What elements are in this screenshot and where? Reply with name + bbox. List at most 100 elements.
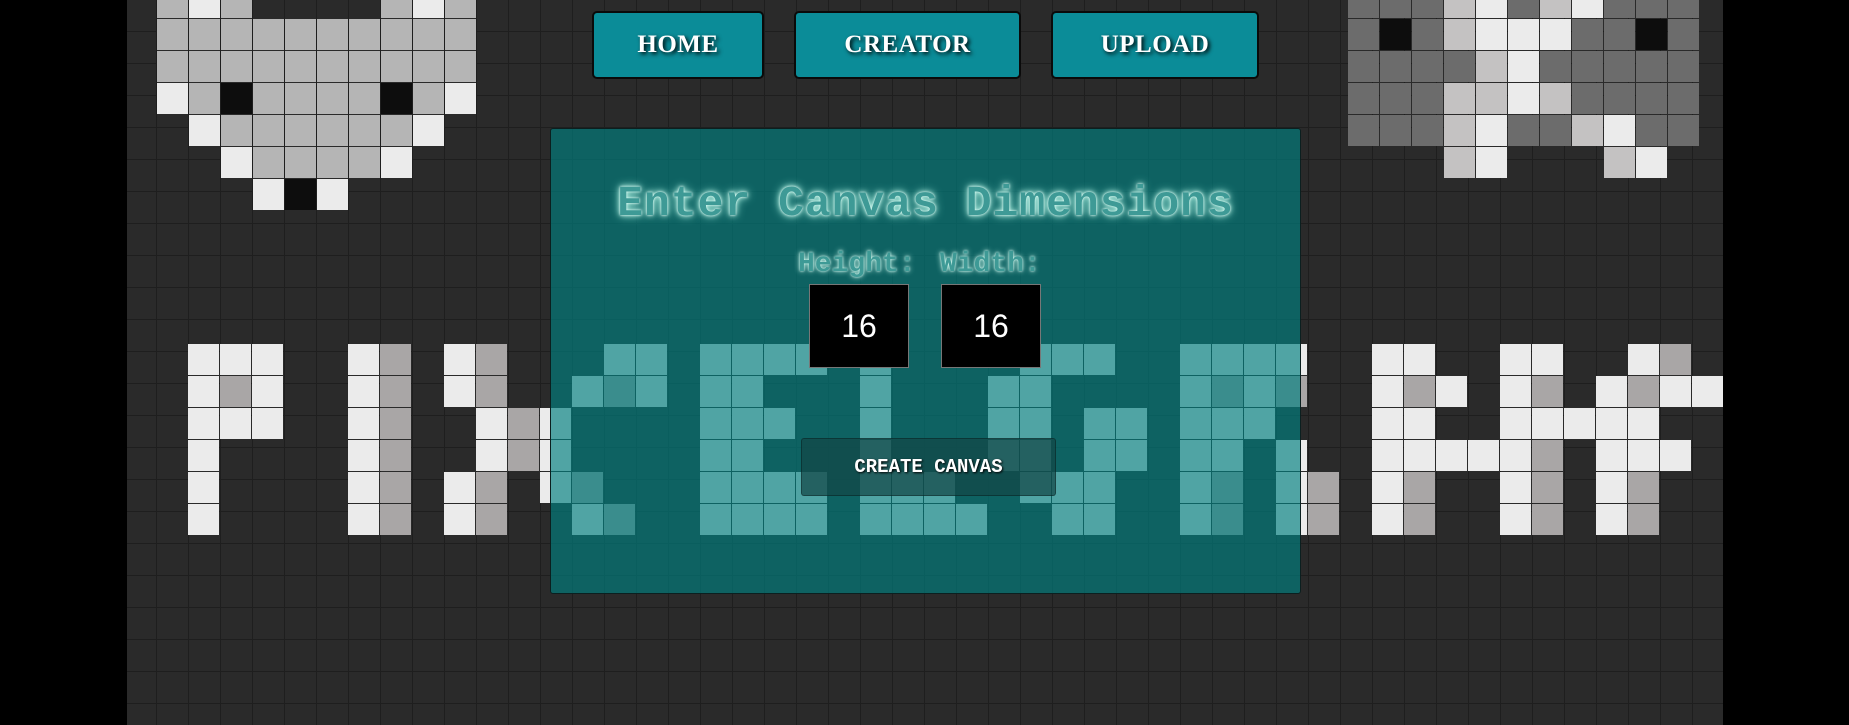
pixel [1404, 440, 1435, 471]
pixel [1540, 0, 1571, 18]
pixel [1660, 440, 1691, 471]
pixel [1596, 376, 1627, 407]
home-button[interactable]: HOME [592, 11, 764, 79]
pixel [253, 179, 284, 210]
panel-title: Enter Canvas Dimensions [617, 179, 1234, 228]
pixel [1412, 83, 1443, 114]
pixel [1404, 408, 1435, 439]
pixel [381, 147, 412, 178]
pixel [476, 408, 507, 439]
pixel [188, 376, 219, 407]
pixel [1636, 115, 1667, 146]
pixel [285, 115, 316, 146]
pixel [445, 51, 476, 82]
pixel [476, 344, 507, 375]
pixel [1604, 83, 1635, 114]
pixel [1636, 147, 1667, 178]
pixel [1500, 376, 1531, 407]
pixel [476, 504, 507, 535]
pixel [1372, 376, 1403, 407]
pixel [1604, 147, 1635, 178]
pixel [1628, 408, 1659, 439]
pixel [413, 83, 444, 114]
pixel [1404, 472, 1435, 503]
pixel [508, 440, 539, 471]
height-input[interactable] [809, 284, 909, 368]
pixel [1508, 51, 1539, 82]
pixel [189, 83, 220, 114]
pixel [1668, 83, 1699, 114]
pixel [189, 0, 220, 18]
pixel [1604, 19, 1635, 50]
pixel [1372, 504, 1403, 535]
pixel [1476, 147, 1507, 178]
pixel [221, 115, 252, 146]
pixel [1692, 376, 1723, 407]
pixel [381, 0, 412, 18]
pixel [253, 19, 284, 50]
pixel [1572, 115, 1603, 146]
upload-button[interactable]: UPLOAD [1051, 11, 1259, 79]
pixel [1636, 19, 1667, 50]
pixel [1444, 115, 1475, 146]
pixel [1372, 440, 1403, 471]
pixel [285, 83, 316, 114]
pixel [444, 472, 475, 503]
pixel [444, 376, 475, 407]
pixel [1636, 83, 1667, 114]
pixel [1348, 51, 1379, 82]
pixel [380, 344, 411, 375]
pixel [1380, 19, 1411, 50]
pixel [1540, 115, 1571, 146]
pixel [1500, 408, 1531, 439]
pixel [189, 51, 220, 82]
pixel [188, 440, 219, 471]
pixel [317, 179, 348, 210]
pixel [1468, 440, 1499, 471]
pixel [348, 344, 379, 375]
create-canvas-button[interactable]: CREATE CANVAS [801, 438, 1056, 496]
pixel [220, 376, 251, 407]
pixel [1508, 115, 1539, 146]
pixel [349, 51, 380, 82]
pixel [380, 472, 411, 503]
pixel [1348, 83, 1379, 114]
creator-button[interactable]: CREATOR [794, 11, 1021, 79]
pixel [1508, 0, 1539, 18]
pixel [1532, 440, 1563, 471]
pixel [220, 344, 251, 375]
pixel [1372, 408, 1403, 439]
pixel [476, 472, 507, 503]
pixel [1668, 19, 1699, 50]
pixel [1660, 344, 1691, 375]
pixel [1444, 19, 1475, 50]
pixel [317, 83, 348, 114]
pixel [1628, 440, 1659, 471]
pixel [1572, 19, 1603, 50]
pixel [1372, 344, 1403, 375]
pixel [1668, 115, 1699, 146]
pixel [380, 408, 411, 439]
pixel [1412, 19, 1443, 50]
pixel [285, 51, 316, 82]
pixel [1444, 83, 1475, 114]
pixel [508, 408, 539, 439]
pixel [348, 408, 379, 439]
pixel [1500, 472, 1531, 503]
pixel [1404, 504, 1435, 535]
pixel [1348, 0, 1379, 18]
pixel [1444, 0, 1475, 18]
pixel [285, 179, 316, 210]
pixel [348, 376, 379, 407]
width-input[interactable] [941, 284, 1041, 368]
pixel [188, 344, 219, 375]
pixel [1500, 344, 1531, 375]
pixel [380, 376, 411, 407]
pixel [285, 19, 316, 50]
pixel [189, 19, 220, 50]
pixel [1372, 472, 1403, 503]
pixel [381, 83, 412, 114]
pixel [1436, 440, 1467, 471]
pixel [285, 147, 316, 178]
pixel [445, 83, 476, 114]
